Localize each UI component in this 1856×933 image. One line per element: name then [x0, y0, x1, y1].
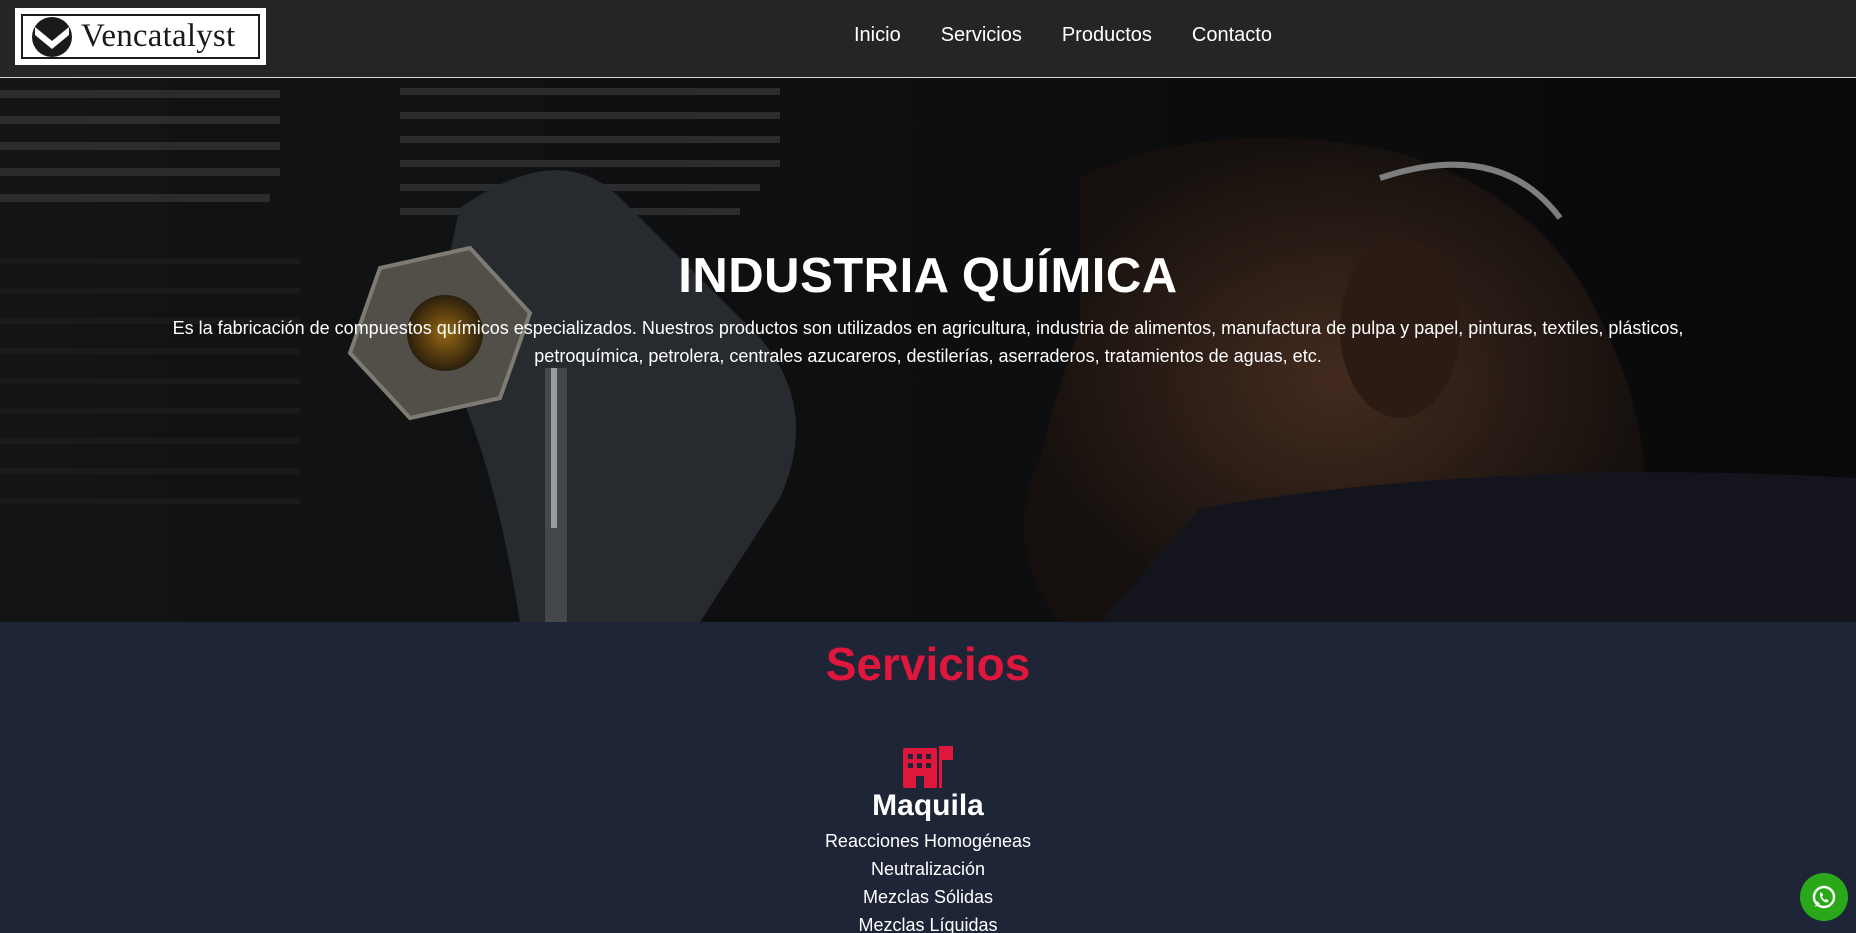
nav-item-inicio[interactable]: Inicio — [854, 24, 901, 47]
nav-item-servicios[interactable]: Servicios — [941, 24, 1022, 47]
service-name: Maquila — [872, 789, 984, 822]
whatsapp-icon — [1812, 885, 1836, 909]
whatsapp-button[interactable] — [1800, 873, 1848, 921]
nav-item-productos[interactable]: Productos — [1062, 24, 1152, 47]
services-section: Servicios Maquila Reacciones Homogéneas … — [0, 622, 1856, 933]
hero-title: INDUSTRIA QUÍMICA — [678, 249, 1178, 303]
list-item: Mezclas Líquidas — [858, 915, 998, 933]
logo-link[interactable]: Vencatalyst — [15, 8, 266, 65]
nav-item-contacto[interactable]: Contacto — [1192, 24, 1272, 47]
service-list: Reacciones Homogéneas Neutralización Mez… — [0, 827, 1856, 933]
services-title: Servicios — [825, 638, 1031, 690]
logo: Vencatalyst — [21, 14, 260, 59]
main-nav: Inicio Servicios Productos Contacto — [854, 24, 1312, 47]
logo-text: Vencatalyst — [81, 18, 236, 54]
list-item: Mezclas Sólidas — [862, 887, 994, 907]
list-item: Reacciones Homogéneas — [824, 831, 1032, 851]
hero-section: INDUSTRIA QUÍMICA Es la fabricación de c… — [0, 78, 1856, 622]
list-item: Neutralización — [870, 859, 986, 879]
hero-description: Es la fabricación de compuestos químicos… — [172, 318, 1684, 366]
industry-icon — [903, 746, 953, 788]
logo-mark-icon — [23, 16, 81, 57]
site-header: Vencatalyst Inicio Servicios Productos C… — [0, 0, 1856, 78]
